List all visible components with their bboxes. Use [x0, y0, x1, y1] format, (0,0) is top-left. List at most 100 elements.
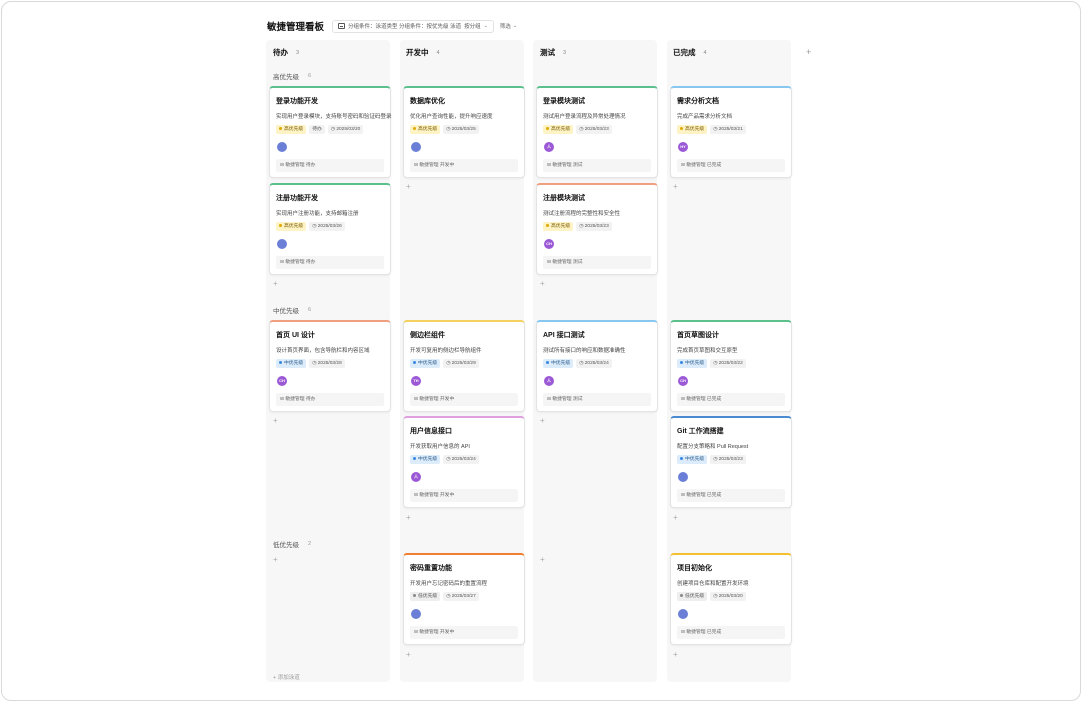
- avatar[interactable]: [411, 609, 421, 619]
- add-card-button[interactable]: +: [406, 513, 411, 522]
- add-column-button[interactable]: +: [806, 47, 811, 57]
- project-label: 敏捷管理 开发中: [419, 493, 455, 498]
- project-label: 敏捷管理 开发中: [419, 630, 455, 635]
- project-label: 敏捷管理 待办: [285, 397, 316, 402]
- task-card[interactable]: 侧边栏组件 开发可复用的侧边栏导航组件 中优先级 ◷ 2025/03/29 TH ⊟ 敏捷…: [403, 320, 525, 412]
- priority-label: 中优先级: [418, 361, 438, 366]
- card-meta: 中优先级 ◷ 2025/03/24: [543, 359, 612, 368]
- avatar[interactable]: CH: [544, 239, 554, 249]
- card-meta: 高优先级 ◷ 2025/03/23: [543, 222, 612, 231]
- card-meta: 中优先级 ◷ 2025/03/28: [276, 359, 345, 368]
- card-description: 开发用户忘记密码后的重置流程: [410, 581, 488, 587]
- avatar[interactable]: TH: [411, 376, 421, 386]
- group-by-select[interactable]: 分组条件：泳道类型 分组条件：按优先级 泳道 按分组 ⌄: [332, 19, 494, 33]
- column-count: 3: [296, 49, 300, 56]
- card-description: 设计首页界面，包含导航栏和内容区域: [276, 348, 370, 354]
- priority-label: 高优先级: [685, 127, 705, 132]
- priority-label: 高优先级: [418, 127, 438, 132]
- card-project: ⊟ 敏捷管理 开发中: [410, 626, 518, 639]
- add-card-button[interactable]: +: [406, 182, 411, 191]
- filter-button[interactable]: 筛选 ⌄: [500, 22, 517, 30]
- add-card-button[interactable]: +: [673, 182, 678, 191]
- priority-tag: 高优先级: [543, 222, 574, 231]
- card-title: 用户信息接口: [410, 428, 452, 435]
- add-card-button[interactable]: +: [273, 555, 278, 564]
- card-title: Git 工作流搭建: [677, 428, 724, 435]
- task-card[interactable]: Git 工作流搭建 配置分支策略和 Pull Request 中优先级 ◷ 2025/…: [670, 416, 792, 508]
- column-header[interactable]: 开发中 4: [406, 47, 440, 58]
- group-by-label: 分组条件：泳道类型 分组条件：按优先级 泳道: [348, 24, 462, 30]
- card-description: 开发获取用户信息的 API: [410, 444, 470, 450]
- card-description: 开发可复用的侧边栏导航组件: [410, 348, 482, 354]
- add-card-button[interactable]: +: [540, 416, 545, 425]
- card-project: ⊟ 敏捷管理 测试: [543, 159, 651, 172]
- due-date-label: 2025/03/27: [451, 594, 476, 599]
- avatar[interactable]: [277, 142, 287, 152]
- avatar[interactable]: CH: [277, 376, 287, 386]
- swimlane-header-medium[interactable]: 中优先级 6: [273, 305, 311, 315]
- task-card[interactable]: 项目初始化 创建项目仓库和配置开发环境 低优先级 ◷ 2025/03/20 ⊟ 敏捷管理…: [670, 553, 792, 645]
- add-card-button[interactable]: +: [673, 650, 678, 659]
- avatar[interactable]: [678, 609, 688, 619]
- task-card[interactable]: 登录功能开发 实现用户登录模块，支持账号密码和验证码登录 高优先级 待办 ◷ 2025/…: [269, 86, 392, 178]
- card-project: ⊟ 敏捷管理 已完成: [677, 393, 785, 406]
- add-card-button[interactable]: +: [273, 416, 278, 425]
- status-tag: 待办: [309, 125, 325, 134]
- task-card[interactable]: 需求分析文档 完成产品需求分析文档 高优先级 ◷ 2025/03/21 HY ⊟ 敏捷管理…: [670, 86, 792, 178]
- card-title: 数据库优化: [410, 98, 445, 105]
- swimlane-header-high[interactable]: 高优先级 6: [273, 71, 311, 81]
- due-date: ◷ 2025/03/20: [327, 125, 364, 134]
- avatar[interactable]: 人: [544, 142, 554, 152]
- swimlane-header-low[interactable]: 低优先级 2: [273, 539, 311, 549]
- app-window: 敏捷管理看板 分组条件：泳道类型 分组条件：按优先级 泳道 按分组 ⌄ 筛选 ⌄…: [1, 1, 1081, 701]
- task-card[interactable]: 数据库优化 优化用户查询性能，提升响应速度 高优先级 ◷ 2025/03/25 ⊟ 敏捷…: [403, 86, 525, 178]
- due-date: ◷ 2025/03/27: [443, 592, 479, 601]
- project-label: 敏捷管理 已完成: [686, 163, 722, 168]
- card-project: ⊟ 敏捷管理 测试: [543, 393, 651, 406]
- task-card[interactable]: 首页 UI 设计 设计首页界面，包含导航栏和内容区域 中优先级 ◷ 2025/03/2…: [269, 320, 391, 412]
- chevron-down-icon: ⌄: [483, 23, 488, 29]
- priority-dot-icon: [680, 594, 683, 598]
- add-swimlane-button[interactable]: + 添加泳道: [273, 673, 300, 681]
- avatar[interactable]: [277, 239, 287, 249]
- swimlane-title: 高优先级: [273, 74, 299, 81]
- project-label: 敏捷管理 测试: [552, 397, 583, 402]
- card-project: ⊟ 敏捷管理 待办: [276, 256, 384, 269]
- swimlane-title: 低优先级: [273, 542, 299, 549]
- avatar[interactable]: 人: [544, 376, 554, 386]
- card-title: 注册模块测试: [543, 195, 585, 202]
- task-card[interactable]: 用户信息接口 开发获取用户信息的 API 中优先级 ◷ 2025/03/24 人 ⊟ 敏捷…: [403, 416, 525, 508]
- card-description: 测试所有接口的响应和数据准确性: [543, 348, 626, 354]
- avatar[interactable]: HY: [678, 142, 688, 152]
- priority-tag: 高优先级: [677, 125, 708, 134]
- group-by-short: 按分组: [464, 24, 481, 30]
- add-card-button[interactable]: +: [273, 279, 278, 288]
- card-description: 创建项目仓库和配置开发环境: [677, 581, 749, 587]
- priority-dot-icon: [680, 127, 683, 131]
- task-card[interactable]: 注册功能开发 实现用户注册功能，支持邮箱注册 高优先级 ◷ 2025/03/26 ⊟ 敏…: [269, 183, 391, 275]
- due-date-label: 2025/03/20: [718, 594, 743, 599]
- add-card-button[interactable]: +: [540, 279, 545, 288]
- task-card[interactable]: 登录模块测试 测试用户登录流程及异常处理情况 高优先级 ◷ 2025/03/23 人 ⊟ …: [536, 86, 658, 178]
- task-card[interactable]: 注册模块测试 测试注册流程的完整性和安全性 高优先级 ◷ 2025/03/23 CH ⊟ …: [536, 183, 658, 275]
- priority-dot-icon: [680, 457, 683, 461]
- avatar[interactable]: [411, 142, 421, 152]
- due-date: ◷ 2025/03/23: [576, 222, 612, 231]
- column-header[interactable]: 待办 3: [273, 47, 299, 58]
- column-header[interactable]: 已完成 4: [673, 47, 707, 58]
- avatar[interactable]: [678, 472, 688, 482]
- add-card-button[interactable]: +: [673, 513, 678, 522]
- priority-tag: 低优先级: [677, 592, 708, 601]
- due-date-label: 2025/03/29: [451, 361, 476, 366]
- avatar[interactable]: 人: [411, 472, 421, 482]
- add-card-button[interactable]: +: [540, 555, 545, 564]
- card-project: ⊟ 敏捷管理 测试: [543, 256, 651, 269]
- task-card[interactable]: 密码重置功能 开发用户忘记密码后的重置流程 低优先级 ◷ 2025/03/27 ⊟ 敏捷…: [403, 553, 525, 645]
- priority-label: 中优先级: [685, 361, 705, 366]
- task-card[interactable]: API 接口测试 测试所有接口的响应和数据准确性 中优先级 ◷ 2025/03/24 人…: [536, 320, 658, 412]
- column-header[interactable]: 测试 3: [540, 47, 566, 58]
- task-card[interactable]: 首页草图设计 完成首页草图和交互原型 中优先级 ◷ 2025/03/22 CH ⊟ 敏捷管…: [670, 320, 792, 412]
- add-card-button[interactable]: +: [406, 650, 411, 659]
- column-title: 开发中: [406, 48, 429, 57]
- avatar[interactable]: CH: [678, 376, 688, 386]
